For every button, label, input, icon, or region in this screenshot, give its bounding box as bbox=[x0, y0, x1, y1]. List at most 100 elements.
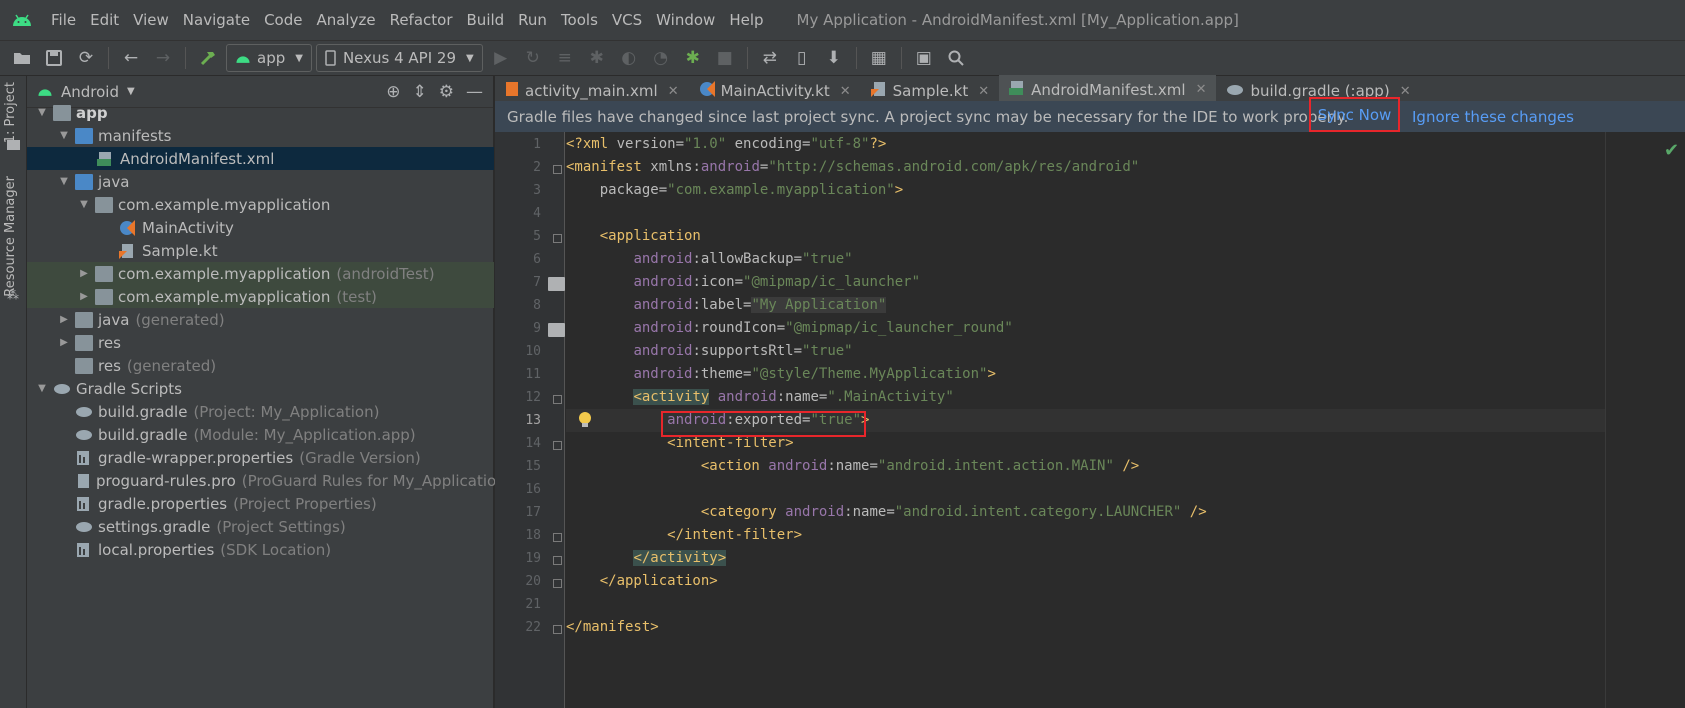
tree-row[interactable]: settings.gradle (Project Settings) bbox=[27, 515, 494, 538]
close-icon[interactable]: ✕ bbox=[1400, 84, 1411, 99]
tree-row[interactable]: build.gradle (Module: My_Application.app… bbox=[27, 423, 494, 446]
chevron-right-icon[interactable]: ▶ bbox=[57, 337, 71, 348]
menu-tools[interactable]: Tools bbox=[554, 11, 605, 29]
search-icon[interactable] bbox=[942, 44, 970, 72]
terminal-icon[interactable]: ▣ bbox=[910, 44, 938, 72]
coverage-icon[interactable]: ◐ bbox=[615, 44, 643, 72]
chevron-right-icon[interactable]: ▶ bbox=[57, 314, 71, 325]
avd-manager-icon[interactable]: ▯ bbox=[788, 44, 816, 72]
tree-row[interactable]: gradle-wrapper.properties (Gradle Versio… bbox=[27, 446, 494, 469]
code-line-17: <category android:name="android.intent.c… bbox=[700, 504, 1207, 520]
chevron-down-icon[interactable]: ▼ bbox=[127, 86, 135, 97]
save-all-icon[interactable] bbox=[40, 44, 68, 72]
menu-help[interactable]: Help bbox=[722, 11, 770, 29]
collapse-all-icon[interactable]: ⇕ bbox=[413, 82, 427, 102]
kotlin-class-icon bbox=[119, 219, 137, 236]
fold-marker-icon[interactable] bbox=[553, 625, 562, 634]
tree-label: com.example.myapplication bbox=[118, 195, 331, 214]
resource-manager-tool-tab[interactable]: Resource Manager bbox=[3, 176, 18, 297]
hide-panel-icon[interactable]: — bbox=[466, 82, 483, 102]
menu-refactor[interactable]: Refactor bbox=[383, 11, 460, 29]
close-icon[interactable]: ✕ bbox=[978, 84, 989, 99]
sync-icon[interactable]: ⟳ bbox=[72, 44, 100, 72]
menu-window[interactable]: Window bbox=[649, 11, 722, 29]
menu-analyze[interactable]: Analyze bbox=[309, 11, 382, 29]
sdk-manager-icon[interactable]: ⬇ bbox=[820, 44, 848, 72]
tree-row[interactable]: build.gradle (Project: My_Application) bbox=[27, 400, 494, 423]
tree-row[interactable]: proguard-rules.pro (ProGuard Rules for M… bbox=[27, 469, 545, 492]
tree-row[interactable]: ▶ com.example.myapplication (androidTest… bbox=[27, 262, 494, 285]
menu-view[interactable]: View bbox=[126, 11, 176, 29]
tree-row[interactable]: ▼ app bbox=[27, 101, 494, 124]
tree-label: gradle.properties bbox=[98, 494, 228, 513]
tree-row[interactable]: ▶ res bbox=[27, 331, 494, 354]
project-structure-icon[interactable]: ▦ bbox=[865, 44, 893, 72]
fold-marker-icon[interactable] bbox=[553, 579, 562, 588]
image-preview-icon[interactable] bbox=[548, 277, 565, 291]
fold-marker-icon[interactable] bbox=[553, 234, 562, 243]
tree-row[interactable]: ▶ com.example.myapplication (test) bbox=[27, 285, 494, 308]
tree-row[interactable]: local.properties (SDK Location) bbox=[27, 538, 494, 561]
stop-icon[interactable]: ■ bbox=[711, 44, 739, 72]
device-label: Nexus 4 API 29 bbox=[342, 49, 457, 67]
close-icon[interactable]: ✕ bbox=[668, 84, 679, 99]
tree-row[interactable]: ▼ Gradle Scripts bbox=[27, 377, 494, 400]
run-config-select[interactable]: app ▼ bbox=[226, 44, 312, 72]
chevron-down-icon[interactable]: ▼ bbox=[57, 130, 71, 141]
tree-row-selected[interactable]: AndroidManifest.xml bbox=[27, 147, 494, 170]
menu-code[interactable]: Code bbox=[257, 11, 309, 29]
code-editor[interactable]: <?xml version="1.0" encoding="utf-8"?> <… bbox=[566, 132, 1605, 708]
tree-row[interactable]: ▶ java (generated) bbox=[27, 308, 494, 331]
tab-label: AndroidManifest.xml bbox=[1031, 80, 1186, 99]
chevron-right-icon[interactable]: ▶ bbox=[77, 291, 91, 302]
fold-marker-icon[interactable] bbox=[553, 395, 562, 404]
tree-row[interactable]: Sample.kt bbox=[27, 239, 494, 262]
profile-icon[interactable]: ◔ bbox=[647, 44, 675, 72]
lightbulb-intention-icon[interactable] bbox=[578, 411, 592, 429]
chevron-right-icon[interactable]: ▶ bbox=[77, 268, 91, 279]
run-icon[interactable]: ▶ bbox=[487, 44, 515, 72]
chevron-down-icon[interactable]: ▼ bbox=[57, 176, 71, 187]
project-view-select[interactable]: Android bbox=[61, 83, 119, 101]
hammer-build-icon[interactable] bbox=[194, 44, 222, 72]
project-tool-tab[interactable]: 1: Project bbox=[3, 82, 18, 143]
chevron-down-icon[interactable]: ▼ bbox=[35, 383, 49, 394]
menu-vcs[interactable]: VCS bbox=[605, 11, 649, 29]
chevron-down-icon[interactable]: ▼ bbox=[35, 107, 49, 118]
tree-row[interactable]: res (generated) bbox=[27, 354, 494, 377]
fold-marker-icon[interactable] bbox=[553, 556, 562, 565]
menu-run[interactable]: Run bbox=[511, 11, 554, 29]
menu-file[interactable]: File bbox=[44, 11, 83, 29]
tree-row[interactable]: MainActivity bbox=[27, 216, 494, 239]
fold-marker-icon[interactable] bbox=[553, 441, 562, 450]
sync-now-link[interactable]: Sync Now bbox=[1309, 97, 1400, 132]
tree-row[interactable]: ▼ com.example.myapplication bbox=[27, 193, 494, 216]
code-line-12: <activity android:name=".MainActivity" bbox=[633, 389, 954, 405]
fold-marker-icon[interactable] bbox=[553, 533, 562, 542]
debug-icon[interactable]: ✱ bbox=[583, 44, 611, 72]
locate-crosshair-icon[interactable]: ⊕ bbox=[386, 82, 400, 102]
open-folder-icon[interactable] bbox=[8, 44, 36, 72]
close-icon[interactable]: ✕ bbox=[1196, 82, 1207, 97]
gradle-sync-icon[interactable]: ⇄ bbox=[756, 44, 784, 72]
forward-arrow-icon[interactable]: → bbox=[149, 44, 177, 72]
chevron-down-icon[interactable]: ▼ bbox=[77, 199, 91, 210]
menu-edit[interactable]: Edit bbox=[83, 11, 126, 29]
back-arrow-icon[interactable]: ← bbox=[117, 44, 145, 72]
image-preview-icon[interactable] bbox=[548, 323, 565, 337]
menu-build[interactable]: Build bbox=[460, 11, 512, 29]
gear-icon[interactable]: ⚙ bbox=[439, 82, 454, 102]
apply-changes-restart-icon[interactable]: ↻ bbox=[519, 44, 547, 72]
tree-row[interactable]: gradle.properties (Project Properties) bbox=[27, 492, 494, 515]
attach-debugger-icon[interactable]: ✱ bbox=[679, 44, 707, 72]
device-select[interactable]: Nexus 4 API 29 ▼ bbox=[315, 44, 483, 72]
tree-row[interactable]: ▼ manifests bbox=[27, 124, 494, 147]
close-icon[interactable]: ✕ bbox=[840, 84, 851, 99]
fold-marker-icon[interactable] bbox=[553, 165, 562, 174]
menu-navigate[interactable]: Navigate bbox=[176, 11, 257, 29]
apply-code-changes-icon[interactable]: ≡ bbox=[551, 44, 579, 72]
tree-hint: (androidTest) bbox=[336, 264, 435, 283]
ignore-changes-link[interactable]: Ignore these changes bbox=[1412, 108, 1574, 126]
tree-row[interactable]: ▼ java bbox=[27, 170, 494, 193]
